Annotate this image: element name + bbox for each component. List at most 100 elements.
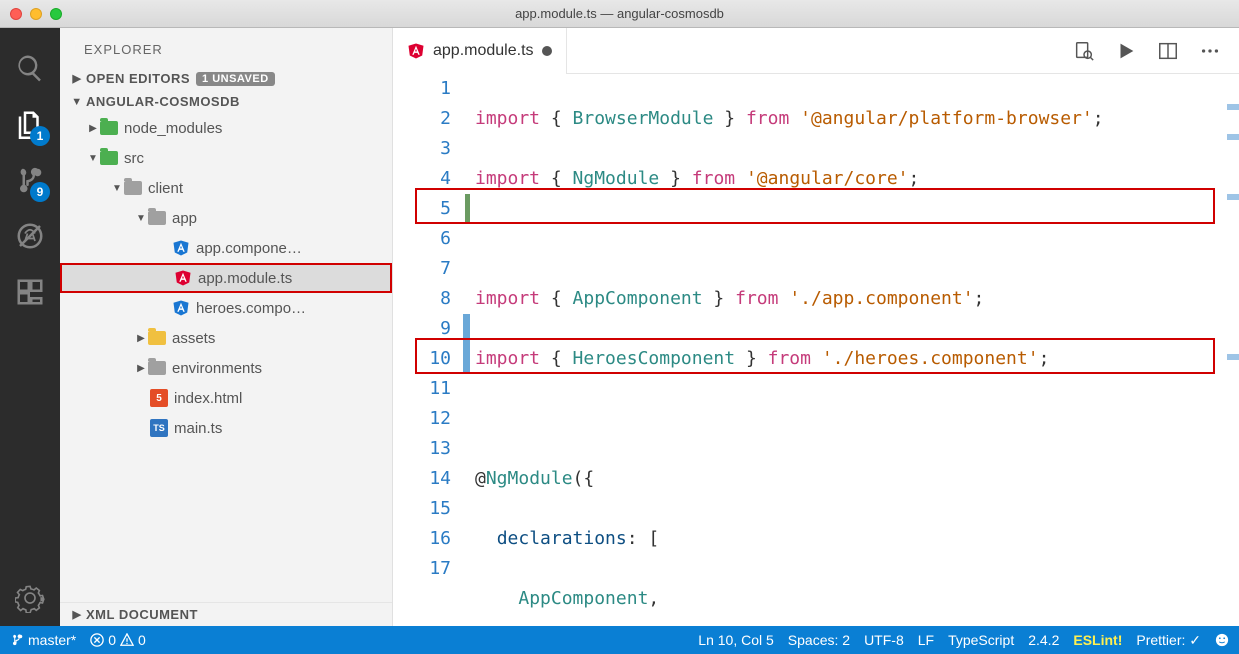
open-editors-label: OPEN EDITORS — [86, 71, 190, 86]
tree-src[interactable]: ▼ src — [60, 143, 392, 173]
scm-badge: 9 — [30, 182, 50, 202]
eol-indicator[interactable]: LF — [918, 632, 934, 648]
extensions-icon — [15, 277, 45, 307]
tree-heroes-component[interactable]: heroes.compo… — [60, 293, 392, 323]
tab-label: app.module.ts — [433, 42, 534, 60]
explorer-sidebar: EXPLORER ▶ OPEN EDITORS 1 UNSAVED ▼ ANGU… — [60, 28, 393, 626]
chevron-right-icon: ▶ — [134, 333, 148, 344]
tree-app-module[interactable]: app.module.ts — [60, 263, 392, 293]
titlebar: app.module.ts — angular-cosmosdb — [0, 0, 1239, 28]
typescript-icon: TS — [150, 419, 168, 437]
more-button[interactable] — [1199, 40, 1221, 62]
tree-label: index.html — [174, 390, 242, 407]
tree-app[interactable]: ▼ app — [60, 203, 392, 233]
search-icon — [15, 53, 45, 83]
tree-index-html[interactable]: 5 index.html — [60, 383, 392, 413]
split-button[interactable] — [1157, 40, 1179, 62]
ts-version-indicator[interactable]: 2.4.2 — [1028, 632, 1059, 648]
dirty-indicator-icon — [542, 46, 552, 56]
tree-assets[interactable]: ▶ assets — [60, 323, 392, 353]
scroll-overview[interactable] — [1225, 74, 1239, 626]
activity-bar: 1 9 — [0, 28, 60, 626]
eslint-indicator[interactable]: ESLint! — [1073, 632, 1122, 648]
tree-label: node_modules — [124, 120, 222, 137]
debug-activity[interactable] — [0, 208, 60, 264]
tree-client[interactable]: ▼ client — [60, 173, 392, 203]
folder-icon — [124, 181, 142, 195]
magnify-file-icon — [1073, 40, 1095, 62]
tree-node-modules[interactable]: ▶ node_modules — [60, 113, 392, 143]
folder-icon — [148, 331, 166, 345]
tab-app-module[interactable]: app.module.ts — [393, 28, 567, 74]
chevron-right-icon: ▶ — [70, 72, 84, 85]
chevron-down-icon: ▼ — [86, 153, 100, 164]
explorer-activity[interactable]: 1 — [0, 96, 60, 152]
reveal-button[interactable] — [1073, 40, 1095, 62]
code-editor[interactable]: 1234 5678 9101112 13141516 17 import { B… — [393, 74, 1239, 626]
code-content[interactable]: import { BrowserModule } from '@angular/… — [475, 74, 1239, 626]
chevron-right-icon: ▶ — [86, 123, 100, 134]
html-icon: 5 — [150, 389, 168, 407]
open-editors-section[interactable]: ▶ OPEN EDITORS 1 UNSAVED — [60, 67, 392, 90]
tree-label: client — [148, 180, 183, 197]
angular-icon — [172, 299, 190, 317]
tree-label: app.module.ts — [198, 270, 292, 287]
project-section[interactable]: ▼ ANGULAR-COSMOSDB — [60, 90, 392, 113]
chevron-right-icon: ▶ — [134, 363, 148, 374]
project-label: ANGULAR-COSMOSDB — [86, 94, 240, 109]
cursor-position[interactable]: Ln 10, Col 5 — [698, 632, 774, 648]
tree-label: main.ts — [174, 420, 222, 437]
xml-document-section[interactable]: ▶ XML DOCUMENT — [60, 602, 392, 626]
split-icon — [1157, 40, 1179, 62]
tree-label: src — [124, 150, 144, 167]
tree-label: app — [172, 210, 197, 227]
angular-icon — [172, 239, 190, 257]
branch-label: master* — [28, 632, 76, 648]
warning-count: 0 — [138, 632, 146, 648]
error-icon — [90, 633, 104, 647]
chevron-down-icon: ▼ — [134, 213, 148, 224]
editor-area: app.module.ts 1234 5678 9101112 13141516… — [393, 28, 1239, 626]
file-tree: ▶ node_modules ▼ src ▼ client ▼ app — [60, 113, 392, 443]
tree-label: heroes.compo… — [196, 300, 306, 317]
run-button[interactable] — [1115, 40, 1137, 62]
angular-icon — [407, 42, 425, 60]
play-icon — [1115, 40, 1137, 62]
sidebar-title: EXPLORER — [60, 28, 392, 67]
chevron-right-icon: ▶ — [70, 608, 84, 621]
language-indicator[interactable]: TypeScript — [948, 632, 1014, 648]
tree-main-ts[interactable]: TS main.ts — [60, 413, 392, 443]
chevron-down-icon: ▼ — [70, 96, 84, 108]
status-bar: master* 0 0 Ln 10, Col 5 Spaces: 2 UTF-8… — [0, 626, 1239, 654]
tree-environments[interactable]: ▶ environments — [60, 353, 392, 383]
tree-label: app.compone… — [196, 240, 302, 257]
encoding-indicator[interactable]: UTF-8 — [864, 632, 904, 648]
window-title: app.module.ts — angular-cosmosdb — [0, 6, 1239, 21]
smile-icon — [1215, 633, 1229, 647]
line-gutter: 1234 5678 9101112 13141516 17 — [393, 74, 463, 626]
tree-app-component[interactable]: app.compone… — [60, 233, 392, 263]
indent-indicator[interactable]: Spaces: 2 — [788, 632, 850, 648]
search-activity[interactable] — [0, 40, 60, 96]
folder-icon — [148, 211, 166, 225]
folder-icon — [100, 151, 118, 165]
explorer-badge: 1 — [30, 126, 50, 146]
bug-icon — [15, 221, 45, 251]
warning-icon — [120, 633, 134, 647]
gear-icon — [15, 583, 45, 613]
tree-label: assets — [172, 330, 215, 347]
feedback-button[interactable] — [1215, 633, 1229, 647]
folder-icon — [100, 121, 118, 135]
branch-indicator[interactable]: master* — [10, 632, 76, 648]
branch-icon — [10, 633, 24, 647]
unsaved-badge: 1 UNSAVED — [196, 72, 275, 86]
folder-icon — [148, 361, 166, 375]
xml-document-label: XML DOCUMENT — [86, 607, 198, 622]
scm-activity[interactable]: 9 — [0, 152, 60, 208]
problems-indicator[interactable]: 0 0 — [90, 632, 146, 648]
editor-tabs: app.module.ts — [393, 28, 1239, 74]
settings-activity[interactable] — [0, 570, 60, 626]
extensions-activity[interactable] — [0, 264, 60, 320]
more-icon — [1199, 40, 1221, 62]
prettier-indicator[interactable]: Prettier: ✓ — [1136, 632, 1201, 649]
